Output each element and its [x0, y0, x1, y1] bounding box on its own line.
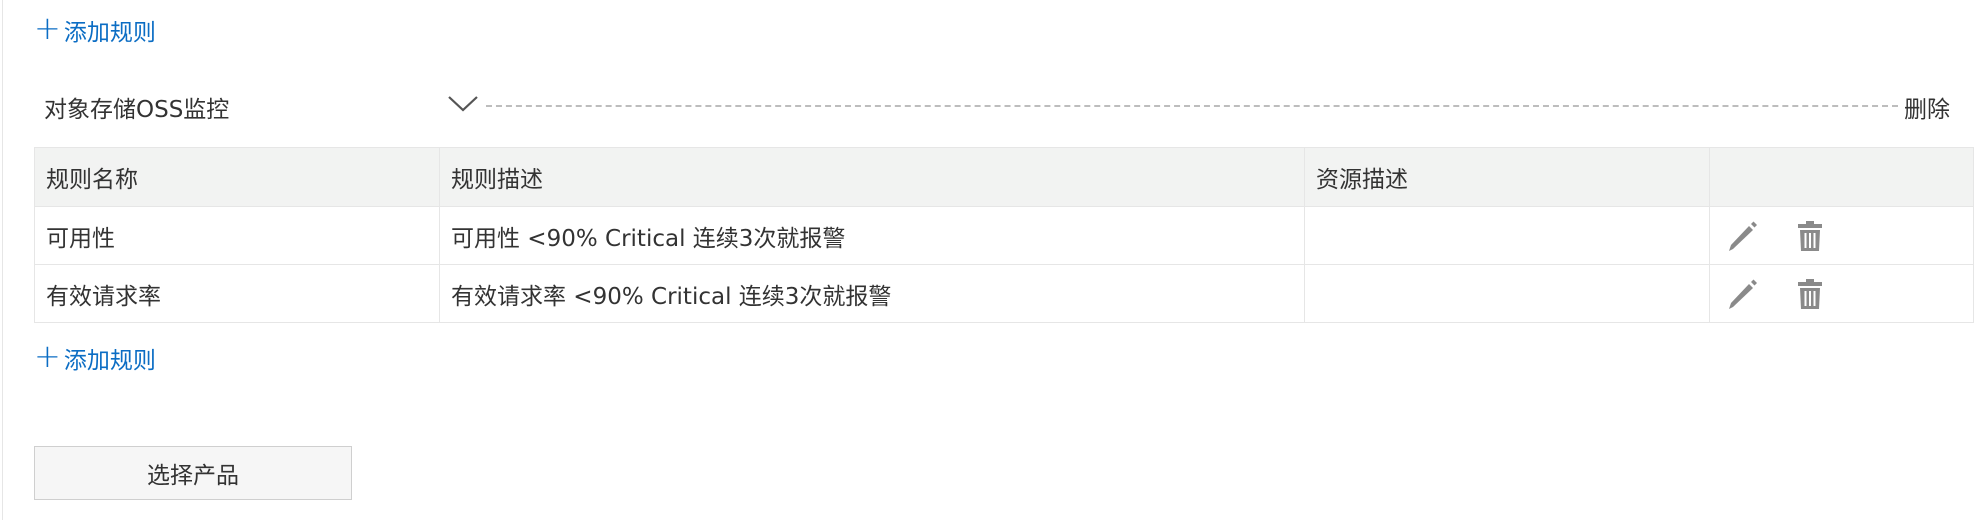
add-rule-link-bottom[interactable]: + 添加规则 — [34, 337, 156, 375]
select-product-label: 选择产品 — [147, 463, 239, 489]
dashed-divider — [486, 105, 1898, 107]
trash-icon[interactable] — [1793, 219, 1827, 253]
trash-icon[interactable] — [1793, 277, 1827, 311]
delete-group-link[interactable]: 删除 — [1904, 90, 1950, 124]
table-row: 可用性 可用性 <90% Critical 连续3次就报警 — [34, 206, 1974, 265]
edit-icon[interactable] — [1725, 277, 1759, 311]
rule-description-cell: 有效请求率 <90% Critical 连续3次就报警 — [439, 264, 1305, 323]
actions-cell — [1709, 264, 1974, 323]
rule-name-cell: 可用性 — [34, 206, 440, 265]
plus-icon: + — [34, 337, 61, 375]
rule-name-cell: 有效请求率 — [34, 264, 440, 323]
resource-description-cell — [1304, 264, 1710, 323]
column-header-resource-description: 资源描述 — [1304, 147, 1710, 207]
rule-description-cell: 可用性 <90% Critical 连续3次就报警 — [439, 206, 1305, 265]
rules-table: 规则名称 规则描述 资源描述 可用性 可用性 <90% Critical 连续3… — [34, 147, 1974, 323]
edit-icon[interactable] — [1725, 219, 1759, 253]
column-header-rule-description: 规则描述 — [439, 147, 1305, 207]
table-header-row: 规则名称 规则描述 资源描述 — [34, 147, 1974, 207]
select-product-button[interactable]: 选择产品 — [34, 446, 352, 500]
table-row: 有效请求率 有效请求率 <90% Critical 连续3次就报警 — [34, 264, 1974, 323]
add-rule-label: 添加规则 — [63, 20, 156, 46]
chevron-down-icon[interactable] — [446, 92, 480, 114]
column-header-rule-name: 规则名称 — [34, 147, 440, 207]
plus-icon: + — [34, 9, 61, 47]
product-group-title: 对象存储OSS监控 — [44, 97, 230, 123]
column-header-actions — [1709, 147, 1974, 207]
add-rule-label: 添加规则 — [63, 348, 156, 374]
resource-description-cell — [1304, 206, 1710, 265]
add-rule-link-top[interactable]: + 添加规则 — [34, 9, 156, 47]
product-group-header: 对象存储OSS监控 删除 — [44, 88, 1954, 124]
actions-cell — [1709, 206, 1974, 265]
left-border — [2, 0, 3, 520]
